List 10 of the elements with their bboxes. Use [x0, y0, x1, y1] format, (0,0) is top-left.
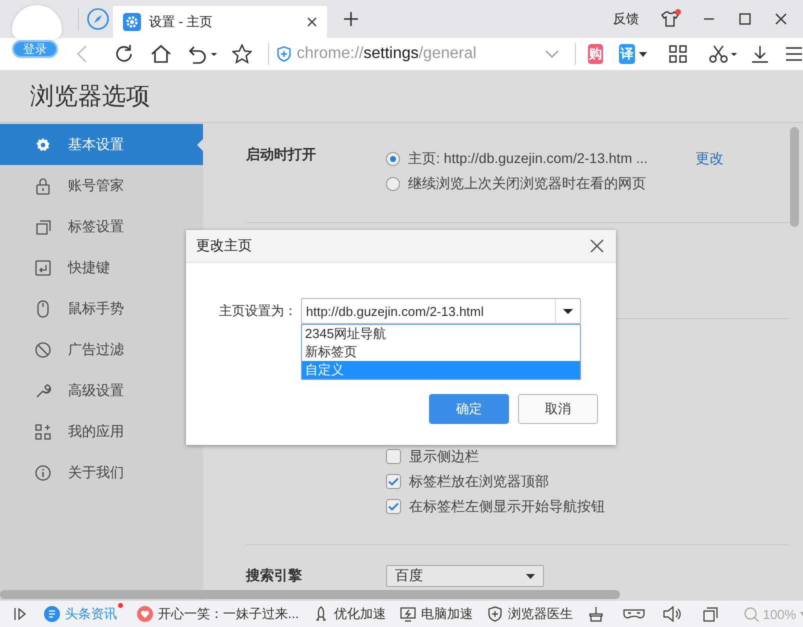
- section-label: 搜索引擎: [246, 567, 303, 585]
- dialog-title: 更改主页: [196, 237, 252, 255]
- section-label: 启动时打开: [246, 146, 317, 164]
- radio-label: 主页: http://db.guzejin.com/2-13.htm ...: [408, 150, 648, 168]
- field-label: 主页设置为：: [219, 302, 297, 320]
- page-title: 浏览器选项: [30, 82, 150, 112]
- checkbox-label: 标签栏放在浏览器顶部: [409, 472, 549, 490]
- checkbox-label: 显示侧边栏: [409, 448, 479, 466]
- radio-label: 继续浏览上次关闭浏览器时在看的网页: [408, 174, 646, 192]
- checkbox-label: 在标签栏左侧显示开始导航按钮: [409, 498, 605, 516]
